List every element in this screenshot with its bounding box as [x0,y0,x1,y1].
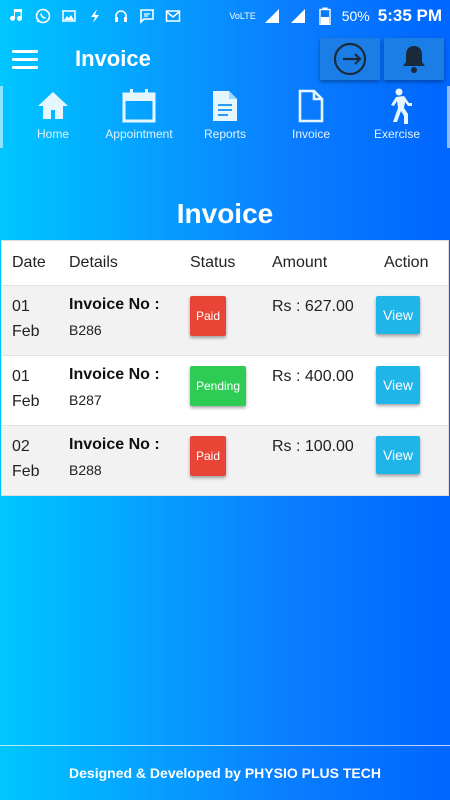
amount-cell: Rs : 400.00 [272,368,354,385]
tab-invoice[interactable]: Invoice [268,86,354,150]
tab-label: Home [36,127,69,141]
details-cell: Invoice No : B288 [59,426,180,495]
action-cell: View [374,356,448,425]
invoice-label: Invoice No : [69,296,160,313]
table-row: 01 Feb Invoice No : B287 Pending Rs : 40… [2,355,448,425]
date-cell: 01 Feb [2,356,59,425]
page-heading: Invoice [176,198,274,229]
tab-exercise[interactable]: Exercise [354,86,440,150]
status-bar-right: VoLTE 50% 5:35 PM [229,6,442,26]
tab-label: Reports [203,127,247,141]
invoice-number: B287 [69,392,102,408]
column-header-date: Date [12,254,46,271]
notifications-button[interactable] [384,38,444,80]
amount-cell: Rs : 100.00 [272,438,354,455]
image-icon [60,7,78,25]
table-header: Date Details Status Amount Action [2,241,448,285]
invoice-label: Invoice No : [69,436,160,453]
view-button[interactable]: View [376,436,420,474]
app-bar: Invoice [0,32,450,86]
date-month: Feb [12,463,40,480]
date-cell: 02 Feb [2,426,59,495]
date-day: 01 [12,368,30,385]
walking-icon [382,88,412,124]
music-icon [8,7,26,25]
tab-reports[interactable]: Reports [182,86,268,150]
status-bar-left [8,7,182,25]
status-bar: VoLTE 50% 5:35 PM [0,0,450,32]
invoice-table: Date Details Status Amount Action 01 Feb… [1,240,449,496]
status-badge: Paid [190,436,226,476]
tab-home[interactable]: Home [10,86,96,150]
bell-icon [403,46,425,73]
gmail-icon [164,7,182,25]
logout-button[interactable] [320,38,380,80]
document-icon [297,88,325,124]
footer: Designed & Developed by PHYSIO PLUS TECH [0,745,450,800]
report-icon [211,88,239,124]
table-row: 01 Feb Invoice No : B286 Paid Rs : 627.0… [2,285,448,355]
column-header-details: Details [69,254,118,271]
signal-icon-2 [290,7,308,25]
status-cell: Paid [180,426,262,495]
status-cell: Paid [180,286,262,355]
calendar-icon [121,88,157,124]
battery-icon [316,7,334,25]
view-button[interactable]: View [376,366,420,404]
action-cell: View [374,426,448,495]
message-icon [138,7,156,25]
whatsapp-icon [34,7,52,25]
page-title: Invoice [75,46,151,71]
signal-icon [264,7,282,25]
date-month: Feb [12,393,40,410]
status-cell: Pending [180,356,262,425]
view-button[interactable]: View [376,296,420,334]
tab-label: Exercise [373,127,420,141]
date-month: Feb [12,323,40,340]
action-cell: View [374,286,448,355]
invoice-number: B288 [69,462,102,478]
hamburger-icon [12,45,38,74]
column-header-amount: Amount [272,254,328,271]
date-day: 01 [12,298,30,315]
flash-icon [86,7,104,25]
table-row: 02 Feb Invoice No : B288 Paid Rs : 100.0… [2,425,448,495]
footer-credit: Designed & Developed by PHYSIO PLUS TECH [69,765,381,781]
logout-icon [333,42,367,76]
tab-appointment[interactable]: Appointment [96,86,182,150]
tab-label: Appointment [105,127,173,141]
network-label: VoLTE [229,11,256,21]
menu-button[interactable] [0,32,50,86]
date-day: 02 [12,438,30,455]
invoice-label: Invoice No : [69,366,160,383]
column-header-action: Action [384,254,429,271]
tab-nav: Home Appointment Reports Invoice Exercis… [0,86,450,150]
details-cell: Invoice No : B287 [59,356,180,425]
amount-cell: Rs : 627.00 [272,298,354,315]
column-header-status: Status [190,254,236,271]
app-bar-actions [320,38,444,80]
status-badge: Paid [190,296,226,336]
battery-percent: 50% [341,8,370,24]
headset-icon [112,7,130,25]
clock: 5:35 PM [377,6,442,25]
tab-label: Invoice [291,127,331,141]
home-icon [36,88,70,124]
status-badge: Pending [190,366,246,406]
details-cell: Invoice No : B286 [59,286,180,355]
date-cell: 01 Feb [2,286,59,355]
invoice-number: B286 [69,322,102,338]
